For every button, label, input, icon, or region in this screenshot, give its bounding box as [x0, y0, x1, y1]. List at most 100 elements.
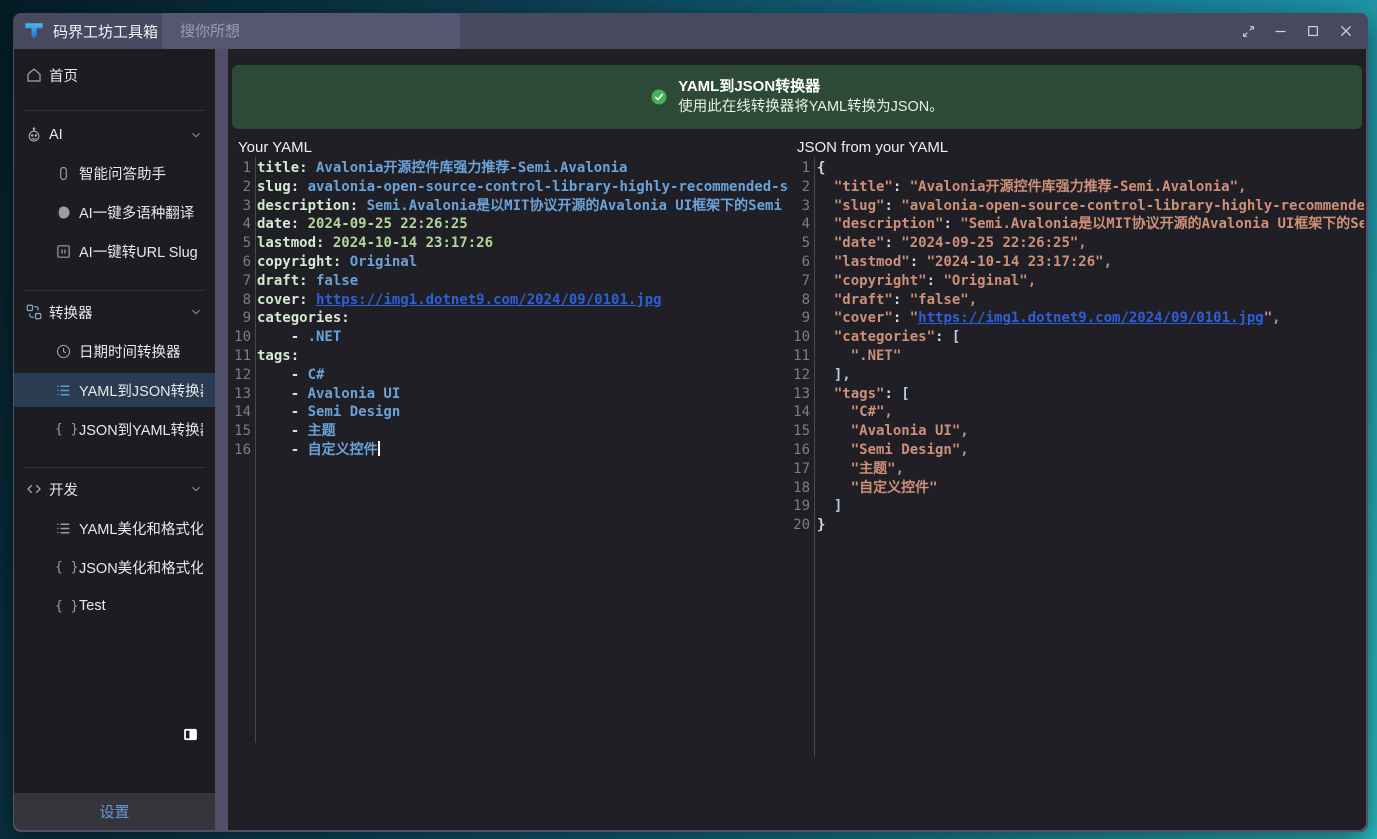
search-box[interactable]: [162, 13, 460, 49]
sidebar-section-dev[interactable]: 开发: [14, 472, 215, 506]
app-logo-icon: [23, 20, 45, 42]
code-line: 3 "slug": "avalonia-open-source-control-…: [790, 197, 1364, 216]
sidebar-divider: [24, 467, 205, 468]
braces-icon: { }: [55, 560, 72, 575]
sidebar-section-label: 转换器: [49, 302, 203, 323]
code-line: 19 ]: [790, 497, 1364, 516]
gutter-rule: [814, 157, 815, 757]
code-line: 4 "description": "Semi.Avalonia是以MIT协议开源…: [790, 215, 1364, 234]
code-line: 15 - 主题: [232, 422, 789, 441]
sidebar-item-test[interactable]: { } Test: [14, 589, 215, 623]
list-icon: [55, 520, 72, 537]
sidebar-divider: [24, 290, 205, 291]
main-content: YAML到JSON转换器 使用此在线转换器将YAML转换为JSON。 Your …: [228, 49, 1366, 830]
sidebar-item-json-to-yaml[interactable]: { } JSON到YAML转换器: [14, 412, 215, 446]
expand-icon[interactable]: [1242, 25, 1255, 38]
check-circle-icon: [650, 88, 668, 106]
sidebar-item-yaml-to-json[interactable]: YAML到JSON转换器: [14, 373, 215, 407]
sidebar-item-ai-url-slug[interactable]: AI一键转URL Slug: [14, 234, 215, 268]
sidebar-item-datetime-converter[interactable]: 日期时间转换器: [14, 334, 215, 368]
gutter-rule: [255, 157, 256, 743]
clock-icon: [55, 343, 72, 360]
tool-banner: YAML到JSON转换器 使用此在线转换器将YAML转换为JSON。: [232, 65, 1362, 129]
app-title: 码界工坊工具箱: [53, 21, 158, 42]
pause-square-icon: [55, 243, 72, 260]
code-line: 12 ],: [790, 366, 1364, 385]
sidebar-item-qa-assistant[interactable]: 智能问答助手: [14, 156, 215, 190]
list-icon: [55, 382, 72, 399]
sidebar-item-json-beautify[interactable]: { } JSON美化和格式化: [14, 550, 215, 584]
transform-icon: [25, 303, 43, 321]
code-line: 8cover: https://img1.dotnet9.com/2024/09…: [232, 291, 789, 310]
sidebar-item-home[interactable]: 首页: [14, 59, 215, 91]
code-line: 10 - .NET: [232, 328, 789, 347]
code-line: 13 "tags": [: [790, 385, 1364, 404]
code-line: 10 "categories": [: [790, 328, 1364, 347]
maximize-icon[interactable]: [1306, 24, 1320, 38]
braces-icon: { }: [55, 422, 72, 437]
sidebar-item-label: 智能问答助手: [79, 163, 203, 184]
code-line: 13 - Avalonia UI: [232, 385, 789, 404]
sidebar-item-label: 日期时间转换器: [79, 341, 203, 362]
banner-subtitle: 使用此在线转换器将YAML转换为JSON。: [678, 97, 944, 117]
sidebar-item-label: YAML美化和格式化: [79, 518, 203, 539]
search-input[interactable]: [162, 13, 460, 49]
sidebar-item-label: AI一键多语种翻译: [79, 202, 203, 223]
code-line: 16 - 自定义控件: [232, 441, 789, 460]
home-icon: [25, 66, 43, 84]
sidebar-item-label: AI一键转URL Slug: [79, 241, 203, 262]
robot-icon: [25, 126, 43, 144]
sidebar-item-label: JSON到YAML转换器: [79, 419, 203, 440]
code-line: 2 "title": "Avalonia开源控件库强力推荐-Semi.Avalo…: [790, 178, 1364, 197]
chevron-down-icon: [189, 305, 203, 319]
sidebar-item-label: JSON美化和格式化: [79, 557, 203, 578]
banner-title: YAML到JSON转换器: [678, 77, 944, 97]
capsule-icon: [55, 165, 72, 182]
sidebar-section-ai[interactable]: AI: [14, 118, 215, 152]
code-line: 9 "cover": "https://img1.dotnet9.com/202…: [790, 309, 1364, 328]
code-line: 6 "lastmod": "2024-10-14 23:17:26",: [790, 253, 1364, 272]
sidebar-item-label: Test: [79, 598, 203, 614]
sidebar-item-ai-translate[interactable]: AI一键多语种翻译: [14, 195, 215, 229]
settings-button[interactable]: 设置: [14, 793, 215, 830]
code-line: 3description: Semi.Avalonia是以MIT协议开源的Ava…: [232, 197, 789, 216]
sidebar-item-label: YAML到JSON转换器: [79, 380, 203, 401]
yaml-panel-label: Your YAML: [238, 139, 312, 156]
code-line: 1{: [790, 159, 1364, 178]
code-line: 14 "C#",: [790, 403, 1364, 422]
code-line: 15 "Avalonia UI",: [790, 422, 1364, 441]
code-line: 20}: [790, 516, 1364, 535]
code-line: 4date: 2024-09-25 22:26:25: [232, 215, 789, 234]
code-line: 5lastmod: 2024-10-14 23:17:26: [232, 234, 789, 253]
code-line: 11tags:: [232, 347, 789, 366]
code-line: 16 "Semi Design",: [790, 441, 1364, 460]
code-line: 2slug: avalonia-open-source-control-libr…: [232, 178, 789, 197]
code-line: 12 - C#: [232, 366, 789, 385]
window-controls: [1242, 13, 1354, 49]
json-panel-label: JSON from your YAML: [797, 139, 948, 156]
code-line: 7draft: false: [232, 272, 789, 291]
code-line: 14 - Semi Design: [232, 403, 789, 422]
moon-icon: [55, 204, 72, 221]
code-line: 9categories:: [232, 309, 789, 328]
code-line: 8 "draft": "false",: [790, 291, 1364, 310]
editor-labels: Your YAML JSON from your YAML: [228, 139, 1366, 157]
close-icon[interactable]: [1338, 23, 1354, 39]
text-caret: [378, 441, 380, 456]
minimize-icon[interactable]: [1273, 24, 1288, 39]
app-window: 码界工坊工具箱 首页 AI: [13, 13, 1368, 832]
yaml-editor[interactable]: 1title: Avalonia开源控件库强力推荐-Semi.Avalonia2…: [232, 157, 789, 743]
code-line: 17 "主题",: [790, 460, 1364, 479]
code-line: 6copyright: Original: [232, 253, 789, 272]
json-output[interactable]: 1{2 "title": "Avalonia开源控件库强力推荐-Semi.Ava…: [790, 157, 1364, 757]
sidebar: 首页 AI 智能问答助手 AI一键多语种翻译 AI一键转URL Slug 转换器: [14, 49, 215, 830]
settings-label: 设置: [99, 801, 129, 822]
sidebar-item-yaml-beautify[interactable]: YAML美化和格式化: [14, 511, 215, 545]
braces-icon: { }: [55, 599, 72, 614]
sidebar-section-label: AI: [49, 127, 203, 143]
sidebar-section-converters[interactable]: 转换器: [14, 295, 215, 329]
collapse-sidebar-icon[interactable]: [182, 726, 199, 743]
code-line: 11 ".NET": [790, 347, 1364, 366]
chevron-down-icon: [189, 482, 203, 496]
code-line: 7 "copyright": "Original",: [790, 272, 1364, 291]
